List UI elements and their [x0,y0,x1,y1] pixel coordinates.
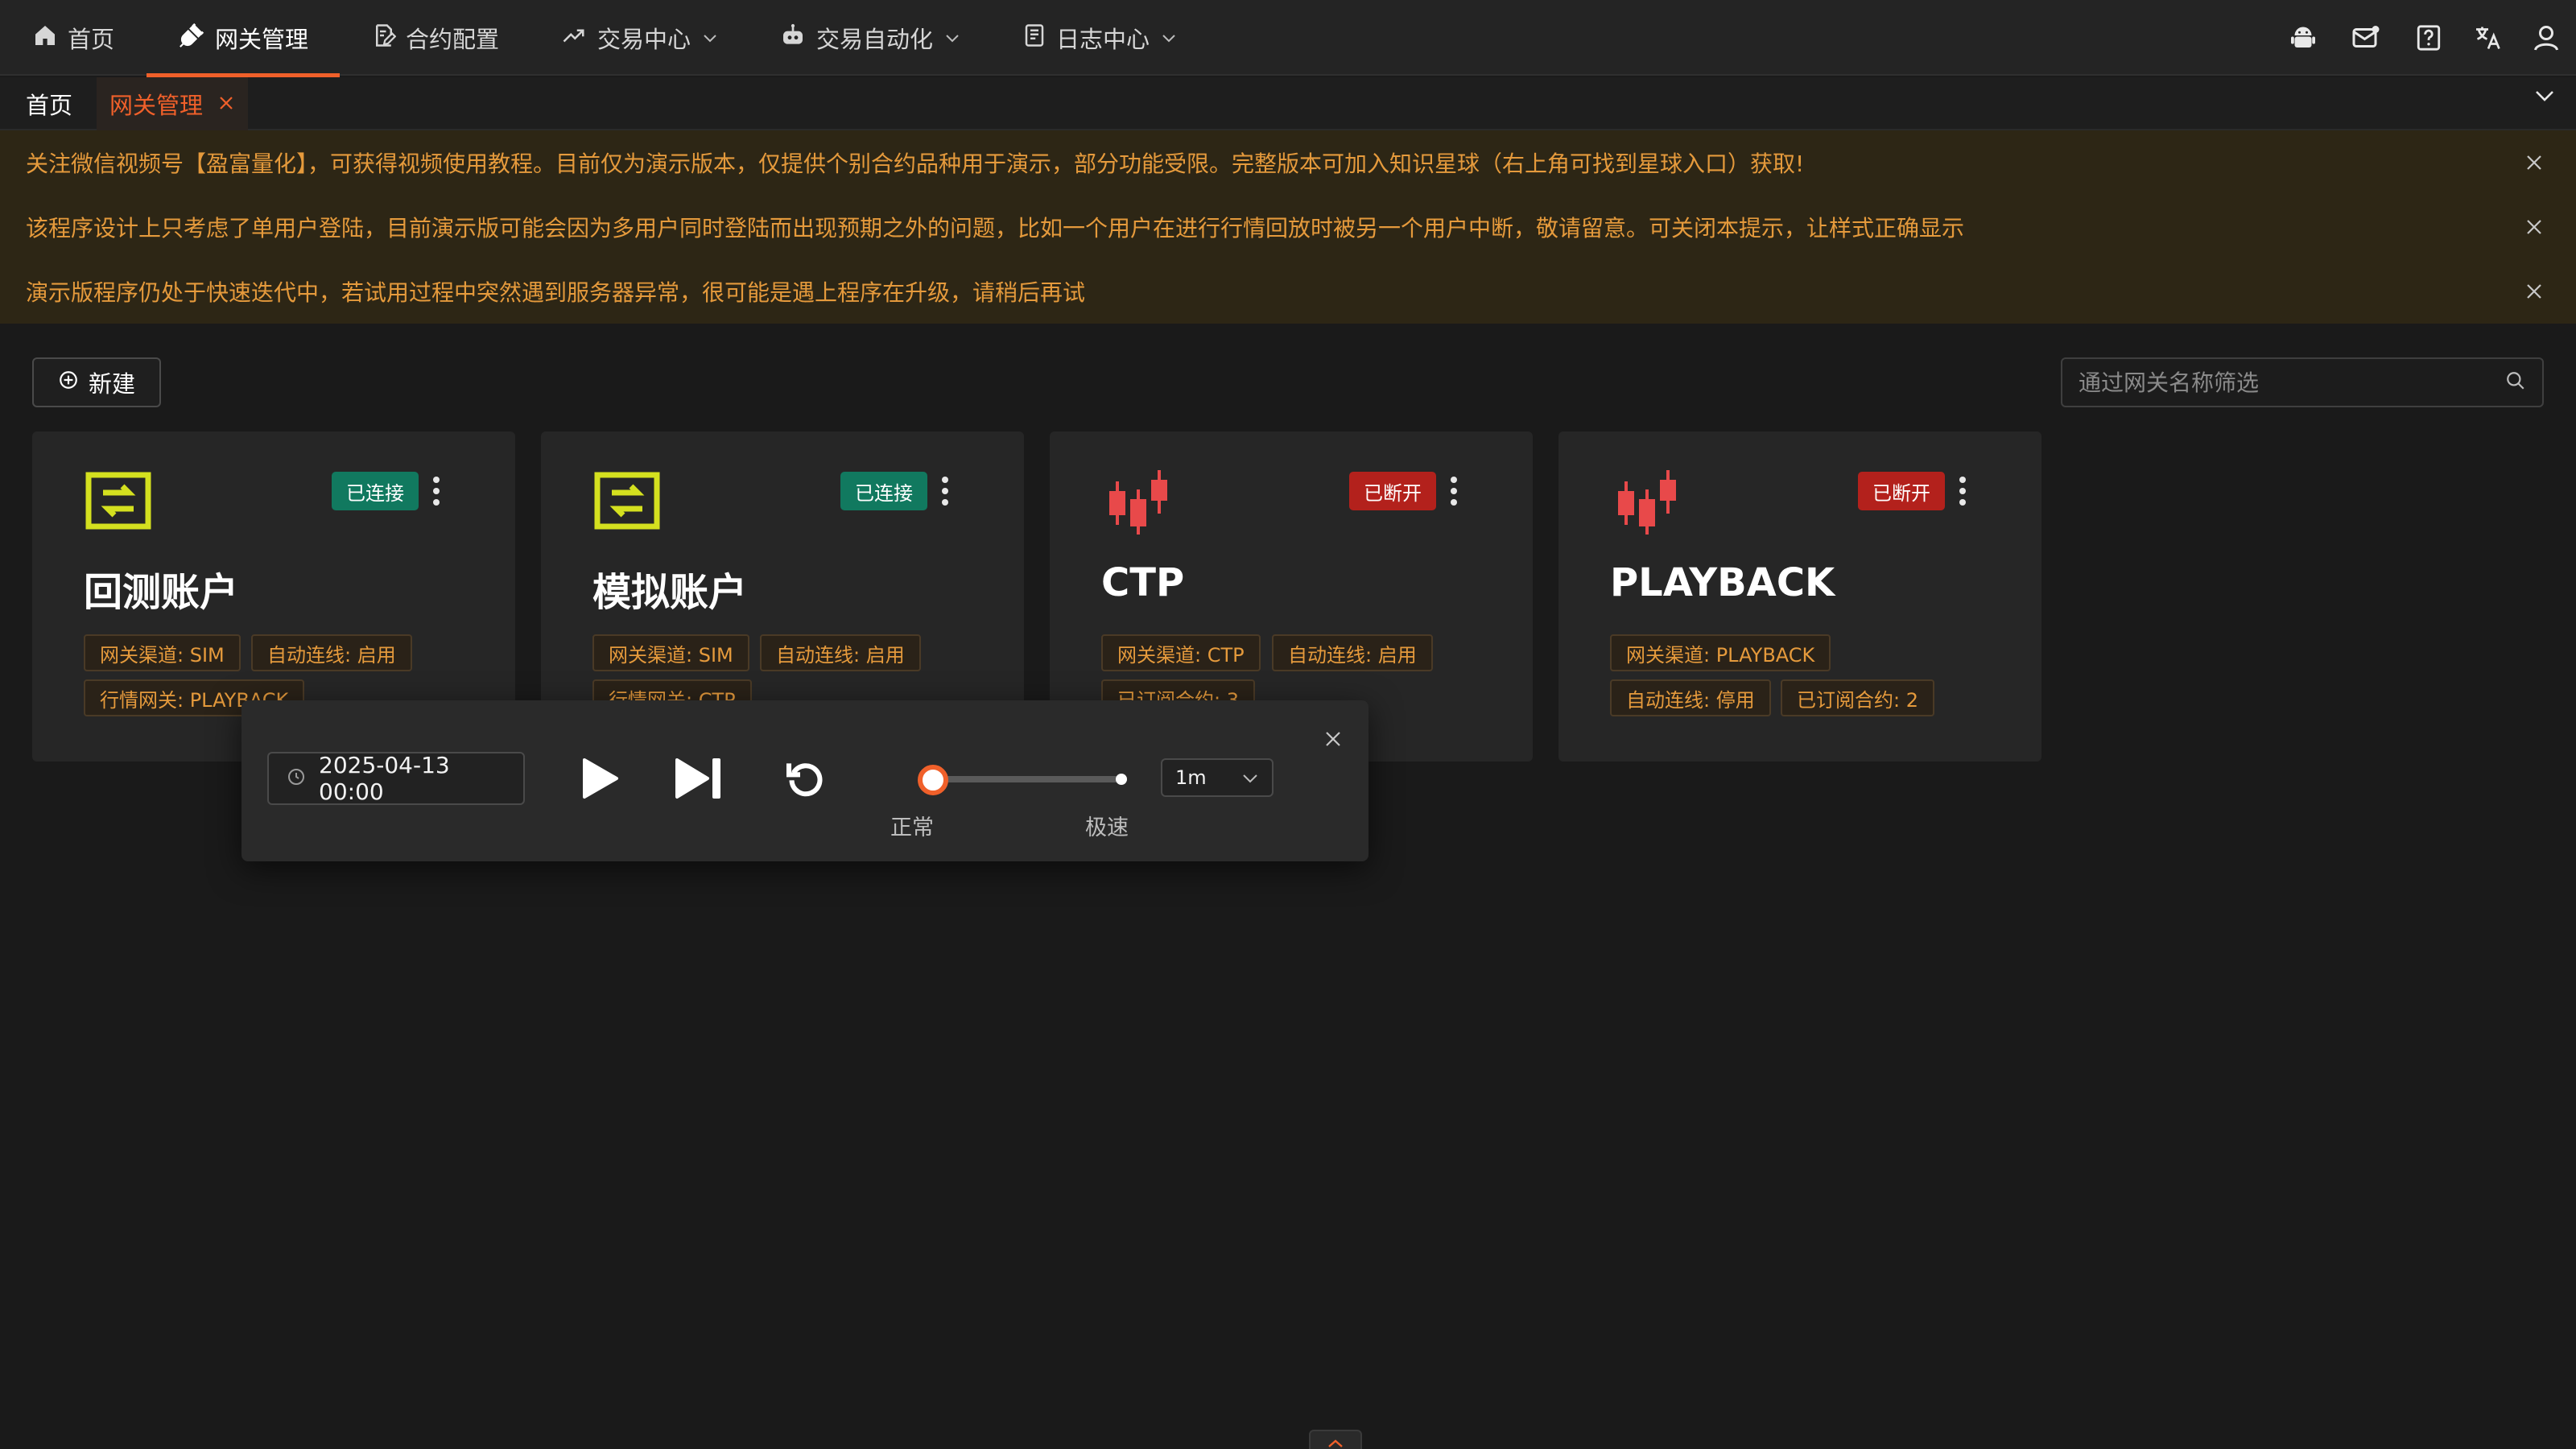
android-icon[interactable] [2286,21,2320,55]
gateway-name: PLAYBACK [1610,560,1835,605]
gateway-name: CTP [1101,560,1185,605]
trend-up-icon [560,23,588,53]
chevron-down-icon [1241,766,1259,789]
status-badge: 已连接 [840,472,927,510]
tag: 自动连线: 启用 [760,634,921,671]
nav-item-label: 交易中心 [597,26,691,53]
tag: 自动连线: 停用 [1610,679,1771,716]
step-forward-button[interactable] [671,752,728,808]
mail-icon[interactable] [2349,21,2383,55]
interval-select[interactable]: 1m [1161,758,1274,797]
notice-list: 关注微信视频号【盈富量化】，可获得视频使用教程。目前仅为演示版本，仅提供个别合约… [0,130,2576,324]
speed-slider[interactable] [918,758,1127,799]
tab-label: 网关管理 [109,92,203,119]
playback-control-panel: 2025-04-13 00:00 正常 极速 1m [242,700,1368,861]
playback-datetime-picker[interactable]: 2025-04-13 00:00 [267,752,525,805]
chevron-up-icon [1327,1436,1344,1449]
slider-end-mark [1116,774,1127,785]
chevron-down-icon [702,28,718,47]
playback-datetime-value: 2025-04-13 00:00 [319,752,450,805]
tag: 网关渠道: PLAYBACK [1610,634,1831,671]
replay-button[interactable] [778,752,834,808]
tag: 已订阅合约: 2 [1781,679,1934,716]
interval-value: 1m [1175,766,1207,789]
tag: 网关渠道: SIM [592,634,749,671]
nav-item-label: 合约配置 [406,26,500,53]
notice-item: 该程序设计上只考虑了单用户登陆，目前演示版可能会因为多用户同时登陆而出现预期之外… [26,215,1965,242]
translate-icon[interactable] [2471,21,2505,55]
tag: 自动连线: 启用 [1272,634,1433,671]
contract-edit-icon [372,23,397,53]
play-icon [580,757,620,803]
tabs-bar: 首页 网关管理 [0,77,2576,130]
candlestick-icon [1615,469,1679,539]
robot-icon [779,23,807,54]
exchange-icon [594,472,660,533]
notice-item: 关注微信视频号【盈富量化】，可获得视频使用教程。目前仅为演示版本，仅提供个别合约… [26,151,1805,177]
more-vertical-icon[interactable] [940,475,950,510]
new-button-label: 新建 [88,370,135,398]
new-gateway-button[interactable]: 新建 [32,357,161,407]
nav-item-contract[interactable]: 合约配置 [372,0,499,76]
log-icon [1022,23,1046,54]
nav-item-automation[interactable]: 交易自动化 [779,0,960,76]
home-icon [32,23,58,54]
more-vertical-icon[interactable] [1958,475,1967,510]
nav-item-gateway[interactable]: 网关管理 [147,0,340,77]
status-badge: 已断开 [1349,472,1436,510]
chevron-down-icon [1161,28,1177,47]
more-vertical-icon[interactable] [431,475,441,510]
nav-item-label: 首页 [68,26,115,53]
user-icon[interactable] [2529,21,2563,55]
speed-label-normal: 正常 [890,815,934,840]
slider-handle[interactable] [918,765,948,795]
tab-gateway[interactable]: 网关管理 [97,77,248,130]
nav-item-home[interactable]: 首页 [32,0,114,76]
search-icon[interactable] [2505,370,2526,394]
more-vertical-icon[interactable] [1449,475,1459,510]
nav-item-logs[interactable]: 日志中心 [1022,0,1177,76]
skip-forward-icon [674,757,725,803]
tab-home[interactable]: 首页 [26,77,72,130]
status-badge: 已断开 [1858,472,1945,510]
tag: 网关渠道: SIM [84,634,241,671]
chevron-down-icon[interactable] [2534,89,2555,106]
nav-item-label: 日志中心 [1056,26,1150,53]
tag: 自动连线: 启用 [251,634,412,671]
notice-item: 演示版程序仍处于快速迭代中，若试用过程中突然遇到服务器异常，很可能是遇上程序在升… [26,279,1086,306]
nav-item-label: 交易自动化 [816,26,934,53]
top-nav: 首页 网关管理 合约配置 交易中心 交易自动化 日志中心 [0,0,2576,77]
search-input[interactable] [2079,369,2505,396]
close-icon[interactable] [1317,723,1349,755]
close-icon[interactable] [217,90,235,118]
candlestick-icon [1106,469,1170,539]
play-button[interactable] [572,752,628,808]
close-icon[interactable] [2520,148,2549,177]
back-to-top-button[interactable] [1309,1430,1362,1449]
chevron-down-icon [944,28,960,47]
nav-item-trade-center[interactable]: 交易中心 [560,0,718,76]
close-icon[interactable] [2520,213,2549,242]
gateway-search [2061,357,2544,407]
close-icon[interactable] [2520,277,2549,306]
replay-icon [783,755,828,805]
plus-circle-icon [58,369,79,396]
gateway-name: 模拟账户 [592,570,748,615]
clock-icon [287,766,306,792]
tag: 网关渠道: CTP [1101,634,1261,671]
exchange-icon [85,472,151,533]
plug-icon [178,22,205,55]
gateway-name: 回测账户 [84,570,239,615]
speed-label-fast: 极速 [1085,815,1129,840]
help-icon[interactable] [2412,21,2446,55]
slider-track [935,776,1127,782]
nav-item-label: 网关管理 [214,26,308,53]
gateway-card[interactable]: 已断开 PLAYBACK 网关渠道: PLAYBACK 自动连线: 停用 已订阅… [1558,431,2041,762]
status-badge: 已连接 [332,472,419,510]
